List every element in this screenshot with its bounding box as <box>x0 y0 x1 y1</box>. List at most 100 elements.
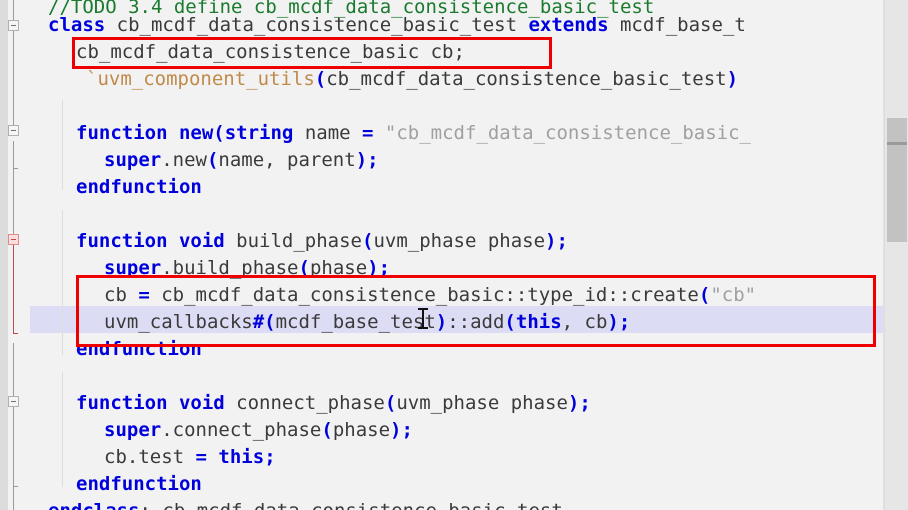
code-line[interactable]: super.connect_phase(phase); <box>104 417 413 444</box>
vertical-scrollbar-track[interactable] <box>884 0 908 510</box>
code-token: this <box>218 446 265 468</box>
fold-collapse-icon[interactable] <box>8 234 19 245</box>
code-token: ; <box>264 446 276 468</box>
code-token: cb_mcdf_data_consistence_basic_test <box>326 68 727 90</box>
fold-rail <box>13 0 14 22</box>
code-token: string <box>224 122 294 144</box>
fold-rail <box>13 343 14 403</box>
code-token: phase <box>332 419 391 441</box>
code-token: ); <box>607 311 631 333</box>
code-token: super <box>104 419 162 441</box>
scrollbar-marker <box>887 142 907 145</box>
code-token: connect_phase <box>224 392 385 414</box>
code-token: function void <box>76 392 225 414</box>
fold-rail <box>13 31 14 130</box>
fold-rail <box>13 407 14 510</box>
code-token: ( <box>504 311 516 333</box>
code-token: .build_phase <box>161 257 299 279</box>
code-token: #( <box>252 311 276 333</box>
code-token: ) <box>726 68 739 90</box>
code-text-area[interactable]: //TODO 3.4 define cb_mcdf_data_consisten… <box>30 0 885 510</box>
code-token: super <box>104 257 162 279</box>
code-token: ( <box>384 392 397 414</box>
code-line[interactable]: cb.test = this; <box>104 444 276 471</box>
code-token: = <box>195 446 207 468</box>
indent-guide <box>62 210 63 355</box>
fold-end-tick <box>13 486 18 487</box>
vertical-scrollbar-thumb[interactable] <box>887 118 907 242</box>
code-token: ::add <box>447 311 505 333</box>
code-token: .new <box>161 149 207 171</box>
code-token: super <box>104 149 162 171</box>
code-token: , cb <box>561 311 608 333</box>
code-token: cb <box>104 284 139 306</box>
code-token: uvm_phase phase <box>373 230 546 252</box>
code-token: cb_mcdf_data_consistence_basic_test <box>105 14 529 36</box>
code-token: ( <box>698 284 711 306</box>
indent-guide <box>62 372 63 487</box>
code-token: name <box>293 122 363 144</box>
code-token: `uvm_component_utils <box>86 68 315 90</box>
code-token: cb.test <box>104 446 196 468</box>
code-token: ( <box>362 230 374 252</box>
code-line[interactable]: endfunction <box>76 336 202 363</box>
code-token: endfunction <box>76 338 202 360</box>
fold-collapse-icon[interactable] <box>8 20 19 31</box>
code-token: .connect_phase <box>161 419 322 441</box>
code-line[interactable]: cb_mcdf_data_consistence_basic cb; <box>76 39 465 66</box>
code-token: = <box>362 122 374 144</box>
minus-icon <box>11 130 16 131</box>
code-token: = <box>138 284 150 306</box>
code-token: "cb_mcdf_data_consistence_basic_ <box>373 122 751 144</box>
code-token: ); <box>355 149 379 171</box>
code-token: ); <box>390 419 413 441</box>
code-folding-gutter[interactable] <box>8 0 30 510</box>
code-token: function new <box>76 122 214 144</box>
minus-icon <box>11 401 16 402</box>
code-line[interactable]: function new(string name = "cb_mcdf_data… <box>76 120 751 147</box>
code-token: "cb" <box>710 284 757 306</box>
code-line[interactable]: endfunction <box>76 174 202 201</box>
code-line[interactable]: endfunction <box>76 471 202 498</box>
code-token: endfunction <box>76 176 202 198</box>
fold-rail <box>13 245 14 333</box>
minus-icon <box>11 239 16 240</box>
code-token: endclass <box>48 500 140 510</box>
code-line[interactable]: `uvm_component_utils(cb_mcdf_data_consis… <box>86 66 738 93</box>
code-token: ( <box>314 68 327 90</box>
code-token: class <box>48 14 106 36</box>
code-line[interactable]: function void connect_phase(uvm_phase ph… <box>76 390 591 417</box>
code-token: function void <box>76 230 225 252</box>
code-token: endfunction <box>76 473 202 495</box>
fold-collapse-icon[interactable] <box>8 396 19 407</box>
fold-rail <box>13 141 14 236</box>
code-token: ); <box>567 392 591 414</box>
code-line[interactable]: super.new(name, parent); <box>104 147 379 174</box>
code-token: ); <box>545 230 568 252</box>
code-token: mcdf_base_test <box>275 311 436 333</box>
code-token: cb_mcdf_data_consistence_basic::type_id:… <box>149 284 699 306</box>
code-line[interactable]: super.build_phase(phase); <box>104 255 390 282</box>
code-token: : cb_mcdf_data_consistence_basic_test <box>140 500 563 510</box>
code-token: mcdf_base_t <box>608 14 746 36</box>
code-token: uvm_phase phase <box>396 392 568 414</box>
code-line[interactable]: class cb_mcdf_data_consistence_basic_tes… <box>48 12 746 39</box>
indent-guide <box>62 100 63 190</box>
fold-end-tick <box>13 168 18 169</box>
code-line[interactable]: uvm_callbacks#(mcdf_base_test)::add(this… <box>104 309 630 336</box>
code-token: cb_mcdf_data_consistence_basic cb; <box>76 41 465 63</box>
code-editor-window: //TODO 3.4 define cb_mcdf_data_consisten… <box>0 0 908 510</box>
code-line[interactable]: function void build_phase(uvm_phase phas… <box>76 228 568 255</box>
code-token: ( <box>213 122 225 144</box>
fold-end-tick <box>13 333 18 334</box>
code-token: this <box>515 311 562 333</box>
code-token: phase <box>309 257 368 279</box>
code-token: ); <box>367 257 391 279</box>
code-token: ( <box>298 257 310 279</box>
fold-collapse-icon[interactable] <box>8 125 19 136</box>
code-line[interactable]: cb = cb_mcdf_data_consistence_basic::typ… <box>104 282 756 309</box>
minus-icon <box>11 25 16 26</box>
code-line[interactable]: endclass: cb_mcdf_data_consistence_basic… <box>48 498 563 510</box>
code-token: ( <box>321 419 333 441</box>
